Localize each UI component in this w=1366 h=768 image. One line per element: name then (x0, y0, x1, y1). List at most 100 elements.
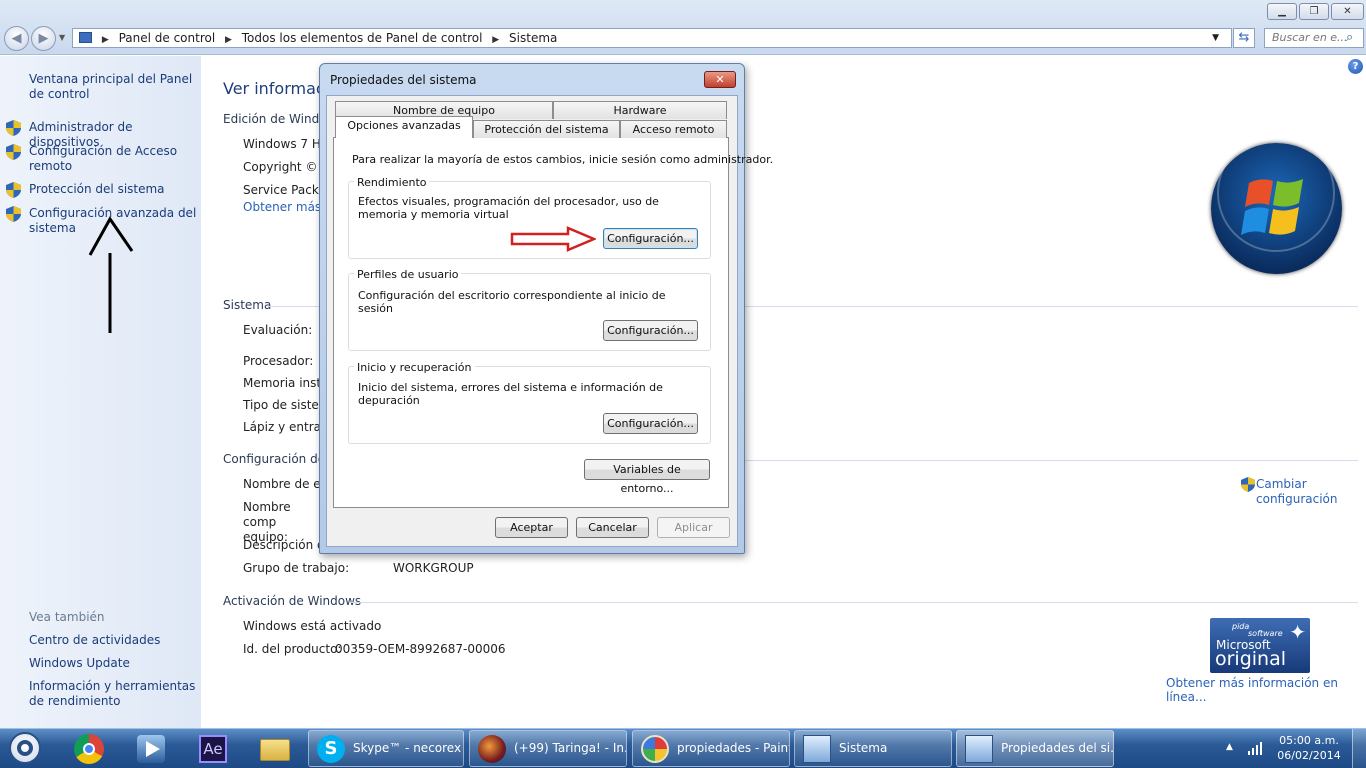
performance-description: Efectos visuales, programación del proce… (358, 195, 659, 221)
user-profiles-group-title: Perfiles de usuario (354, 268, 462, 281)
see-also-windows-update[interactable]: Windows Update (29, 656, 197, 671)
section-activation-title: Activación de Windows (223, 594, 362, 608)
system-label-memory: Memoria insta (243, 376, 329, 390)
divider (745, 460, 1358, 461)
genuine-line-2: software (1248, 629, 1283, 638)
system-label-processor: Procesador: (243, 354, 314, 368)
taskbar-item-system-properties-label: Propiedades del si... (1001, 741, 1114, 755)
activation-status: Windows está activado (243, 619, 382, 633)
sidebar-home-link[interactable]: Ventana principal del Panel de control (29, 72, 197, 102)
firefox-icon (478, 735, 506, 763)
system-label-type: Tipo de sistem (243, 398, 331, 412)
recent-pages-icon[interactable]: ▼ (59, 33, 65, 42)
ok-button[interactable]: Aceptar (495, 517, 568, 538)
taskbar-item-paint-label: propiedades - Paint (677, 741, 790, 755)
admin-note: Para realizar la mayoría de estos cambio… (352, 153, 774, 166)
apply-button[interactable]: Aplicar (657, 517, 730, 538)
system-label-rating: Evaluación: (243, 323, 313, 337)
tab-system-protection[interactable]: Protección del sistema (473, 120, 620, 138)
show-desktop-button[interactable] (1352, 729, 1366, 768)
name-label-computer: Nombre de eq (243, 477, 329, 491)
taskbar-clock[interactable]: 05:00 a.m. 06/02/2014 (1272, 733, 1346, 763)
shield-icon (6, 120, 21, 136)
annotation-arrow-right-icon (510, 226, 596, 252)
after-effects-icon[interactable]: Ae (186, 731, 240, 767)
sidebar-item-system-protection[interactable]: Protección del sistema (29, 182, 197, 197)
startup-recovery-group-title: Inicio y recuperación (354, 361, 475, 374)
see-also-performance-tools[interactable]: Información y herramientas de rendimient… (29, 679, 197, 709)
taskbar-item-taringa-label: (+99) Taringa! - In... (514, 741, 627, 755)
user-profiles-settings-button[interactable]: Configuración... (603, 320, 698, 341)
tab-remote-access[interactable]: Acceso remoto (620, 120, 727, 138)
close-button[interactable]: ✕ (1331, 3, 1364, 20)
tab-advanced-options[interactable]: Opciones avanzadas (335, 116, 473, 138)
taskbar-item-taringa[interactable]: (+99) Taringa! - In... (469, 730, 627, 767)
breadcrumb-1[interactable]: Todos los elementos de Panel de control (242, 31, 483, 45)
breadcrumb-0[interactable]: Panel de control (119, 31, 216, 45)
back-icon[interactable]: ◀ (4, 26, 29, 51)
system-monitor-icon (803, 735, 831, 763)
name-label-workgroup: Grupo de trabajo: (243, 561, 350, 575)
edition-name: Windows 7 Ho (243, 137, 329, 151)
genuine-line-1: pida (1232, 622, 1250, 631)
search-icon[interactable]: ⌕ (1346, 30, 1353, 45)
genuine-info-link[interactable]: Obtener más información en línea... (1166, 676, 1366, 704)
product-id-label: Id. del producto: (243, 642, 342, 656)
performance-settings-button[interactable]: Configuración... (603, 228, 698, 249)
address-dropdown-icon[interactable]: ▼ (1212, 29, 1219, 47)
environment-variables-button[interactable]: Variables de entorno... (584, 459, 710, 495)
shield-icon (6, 182, 21, 198)
product-id-value: 00359-OEM-8992687-00006 (335, 642, 506, 656)
chevron-right-icon: ▶ (225, 35, 232, 45)
genuine-line-4: original (1215, 648, 1287, 670)
cancel-button[interactable]: Cancelar (576, 517, 649, 538)
clock-time: 05:00 a.m. (1279, 734, 1339, 747)
taskbar-item-system[interactable]: Sistema (794, 730, 952, 767)
media-player-icon[interactable] (124, 731, 178, 767)
network-signal-icon[interactable] (1248, 741, 1264, 755)
dialog-title: Propiedades del sistema (330, 73, 477, 87)
refresh-icon[interactable]: ⇆ (1233, 28, 1255, 48)
workgroup-value: WORKGROUP (393, 561, 474, 575)
explorer-folder-icon[interactable] (248, 731, 302, 767)
control-panel-icon (79, 32, 92, 43)
system-properties-icon (965, 735, 993, 763)
minimize-button[interactable]: ▁ (1267, 3, 1297, 20)
taskbar-item-paint[interactable]: propiedades - Paint (632, 730, 790, 767)
section-system-title: Sistema (223, 298, 272, 312)
skype-icon: S (317, 735, 345, 763)
help-icon[interactable]: ? (1348, 59, 1363, 74)
startup-recovery-description: Inicio del sistema, errores del sistema … (358, 381, 663, 407)
address-bar[interactable]: ▶ Panel de control ▶ Todos los elementos… (72, 28, 1232, 48)
see-also-action-center[interactable]: Centro de actividades (29, 633, 197, 648)
start-button[interactable] (6, 730, 46, 766)
performance-group-title: Rendimiento (354, 176, 430, 189)
tab-hardware[interactable]: Hardware (553, 101, 727, 119)
taskbar-item-skype[interactable]: S Skype™ - necorex (308, 730, 464, 767)
dialog-close-button[interactable]: ✕ (704, 71, 736, 88)
chevron-right-icon: ▶ (492, 35, 500, 45)
startup-recovery-settings-button[interactable]: Configuración... (603, 413, 698, 434)
sidebar-item-remote-access[interactable]: Configuración de Acceso remoto (29, 144, 197, 174)
shield-icon (6, 206, 21, 222)
clock-date: 06/02/2014 (1277, 749, 1341, 762)
chrome-icon[interactable] (62, 731, 116, 767)
forward-icon[interactable]: ▶ (31, 26, 56, 51)
shield-icon (6, 144, 21, 160)
star-icon: ✦ (1289, 620, 1306, 644)
paint-icon (641, 735, 669, 763)
maximize-button[interactable]: ❐ (1299, 3, 1329, 20)
edition-service-pack: Service Pack 1 (243, 183, 331, 197)
annotation-arrow-up-icon (88, 216, 134, 333)
breadcrumb-2[interactable]: Sistema (509, 31, 557, 45)
taskbar-item-system-properties[interactable]: Propiedades del si... (956, 730, 1114, 767)
show-hidden-icons-icon[interactable]: ▲ (1226, 742, 1233, 752)
windows-logo-icon (1211, 134, 1342, 274)
genuine-microsoft-badge[interactable]: pida software Microsoft original ✦ (1210, 618, 1310, 673)
edition-copyright: Copyright © 2 (243, 160, 329, 174)
change-settings-link[interactable]: Cambiar configuración (1256, 477, 1338, 507)
taskbar-item-skype-label: Skype™ - necorex (353, 741, 462, 755)
user-profiles-description: Configuración del escritorio correspondi… (358, 289, 666, 315)
see-also-title: Vea también (29, 610, 105, 624)
chevron-right-icon: ▶ (101, 35, 109, 45)
